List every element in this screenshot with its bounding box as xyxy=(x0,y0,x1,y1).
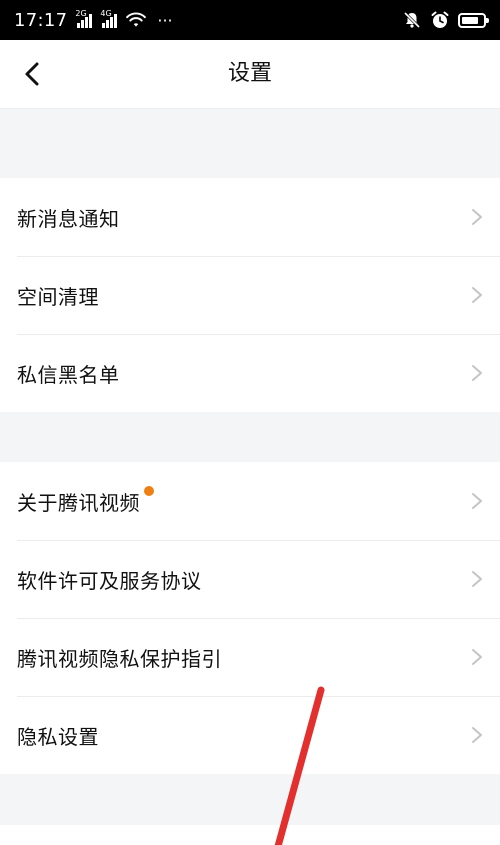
chevron-right-icon xyxy=(472,649,482,665)
new-badge-dot xyxy=(144,486,154,496)
vibrate-mute-icon xyxy=(403,11,421,29)
settings-item-new-message-notification[interactable]: 新消息通知 xyxy=(0,178,500,256)
status-bar-left: 17:17 2G 4G ··· xyxy=(14,10,173,31)
settings-item-label: 空间清理 xyxy=(17,284,99,309)
chevron-right-icon xyxy=(472,493,482,509)
settings-item-storage-cleanup[interactable]: 空间清理 xyxy=(0,256,500,334)
alarm-icon xyxy=(431,11,449,28)
settings-group-3 xyxy=(0,825,500,845)
signal-icon-2: 4G xyxy=(100,9,118,28)
signal-icon: 2G xyxy=(75,9,93,28)
settings-item-label: 隐私设置 xyxy=(17,724,99,749)
status-time: 17:17 xyxy=(14,9,68,31)
settings-item-label: 私信黑名单 xyxy=(17,362,120,387)
settings-item-privacy-settings[interactable]: 隐私设置 xyxy=(0,696,500,774)
battery-icon xyxy=(458,12,489,28)
settings-group-2: 关于腾讯视频 软件许可及服务协议 腾讯视频隐私保护指引 隐私设置 xyxy=(0,462,500,774)
status-bar: 17:17 2G 4G ··· xyxy=(0,0,500,40)
wifi-icon xyxy=(126,12,147,27)
settings-item-label: 软件许可及服务协议 xyxy=(17,568,202,593)
chevron-right-icon xyxy=(472,287,482,303)
settings-item-label: 新消息通知 xyxy=(17,206,120,231)
settings-item-label: 关于腾讯视频 xyxy=(17,490,140,515)
settings-item-message-blacklist[interactable]: 私信黑名单 xyxy=(0,334,500,412)
settings-item-about[interactable]: 关于腾讯视频 xyxy=(0,462,500,540)
page-title: 设置 xyxy=(227,61,272,86)
more-notifications-icon: ··· xyxy=(157,10,173,30)
settings-item-label: 腾讯视频隐私保护指引 xyxy=(17,646,222,671)
chevron-left-icon xyxy=(25,62,39,86)
settings-item-license-agreement[interactable]: 软件许可及服务协议 xyxy=(0,540,500,618)
header-bar: 设置 xyxy=(0,40,500,109)
battery-level xyxy=(462,16,478,24)
network-type-label-2: 4G xyxy=(100,9,112,18)
status-bar-right xyxy=(402,10,489,30)
settings-group-1: 新消息通知 空间清理 私信黑名单 xyxy=(0,178,500,412)
back-button[interactable] xyxy=(14,56,50,92)
chevron-right-icon xyxy=(472,727,482,743)
settings-item-privacy-guide[interactable]: 腾讯视频隐私保护指引 xyxy=(0,618,500,696)
chevron-right-icon xyxy=(472,209,482,225)
chevron-right-icon xyxy=(472,365,482,381)
network-type-label: 2G xyxy=(75,9,87,18)
chevron-right-icon xyxy=(472,571,482,587)
